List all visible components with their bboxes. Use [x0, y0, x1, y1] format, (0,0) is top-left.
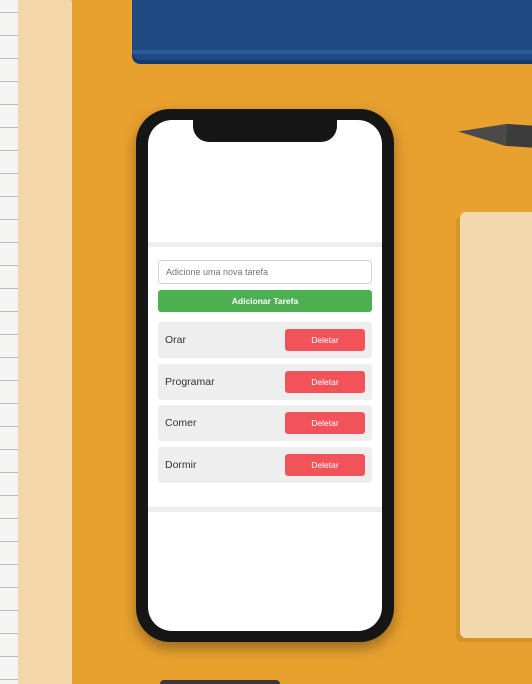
todo-app-card: Adicionar Tarefa Orar Deletar Programar … [148, 242, 382, 512]
phone-frame: Adicionar Tarefa Orar Deletar Programar … [136, 109, 394, 642]
task-label: Programar [165, 375, 215, 388]
task-list: Orar Deletar Programar Deletar Comer Del… [158, 322, 372, 483]
desk-object [160, 680, 280, 684]
phone-screen: Adicionar Tarefa Orar Deletar Programar … [148, 120, 382, 631]
notebook-paper [0, 0, 18, 684]
task-label: Orar [165, 334, 186, 346]
task-label: Comer [165, 417, 197, 430]
task-item: Comer Deletar [158, 405, 372, 442]
delete-task-button[interactable]: Deletar [285, 370, 365, 393]
notebook [0, 0, 72, 684]
task-item: Dormir Deletar [158, 446, 372, 483]
pencil-body [505, 123, 532, 151]
blue-book [132, 0, 532, 60]
delete-task-button[interactable]: Deletar [285, 329, 365, 351]
task-item: Orar Deletar [158, 322, 372, 358]
add-task-button[interactable]: Adicionar Tarefa [158, 290, 372, 312]
new-task-input[interactable] [158, 260, 372, 284]
delete-task-button[interactable]: Deletar [285, 412, 365, 435]
phone-notch [193, 120, 337, 142]
task-label: Dormir [165, 458, 197, 471]
pencil-tip [457, 120, 507, 146]
notepad [460, 212, 532, 638]
delete-task-button[interactable]: Deletar [285, 453, 365, 476]
pencil [457, 120, 532, 151]
task-item: Programar Deletar [158, 363, 372, 400]
